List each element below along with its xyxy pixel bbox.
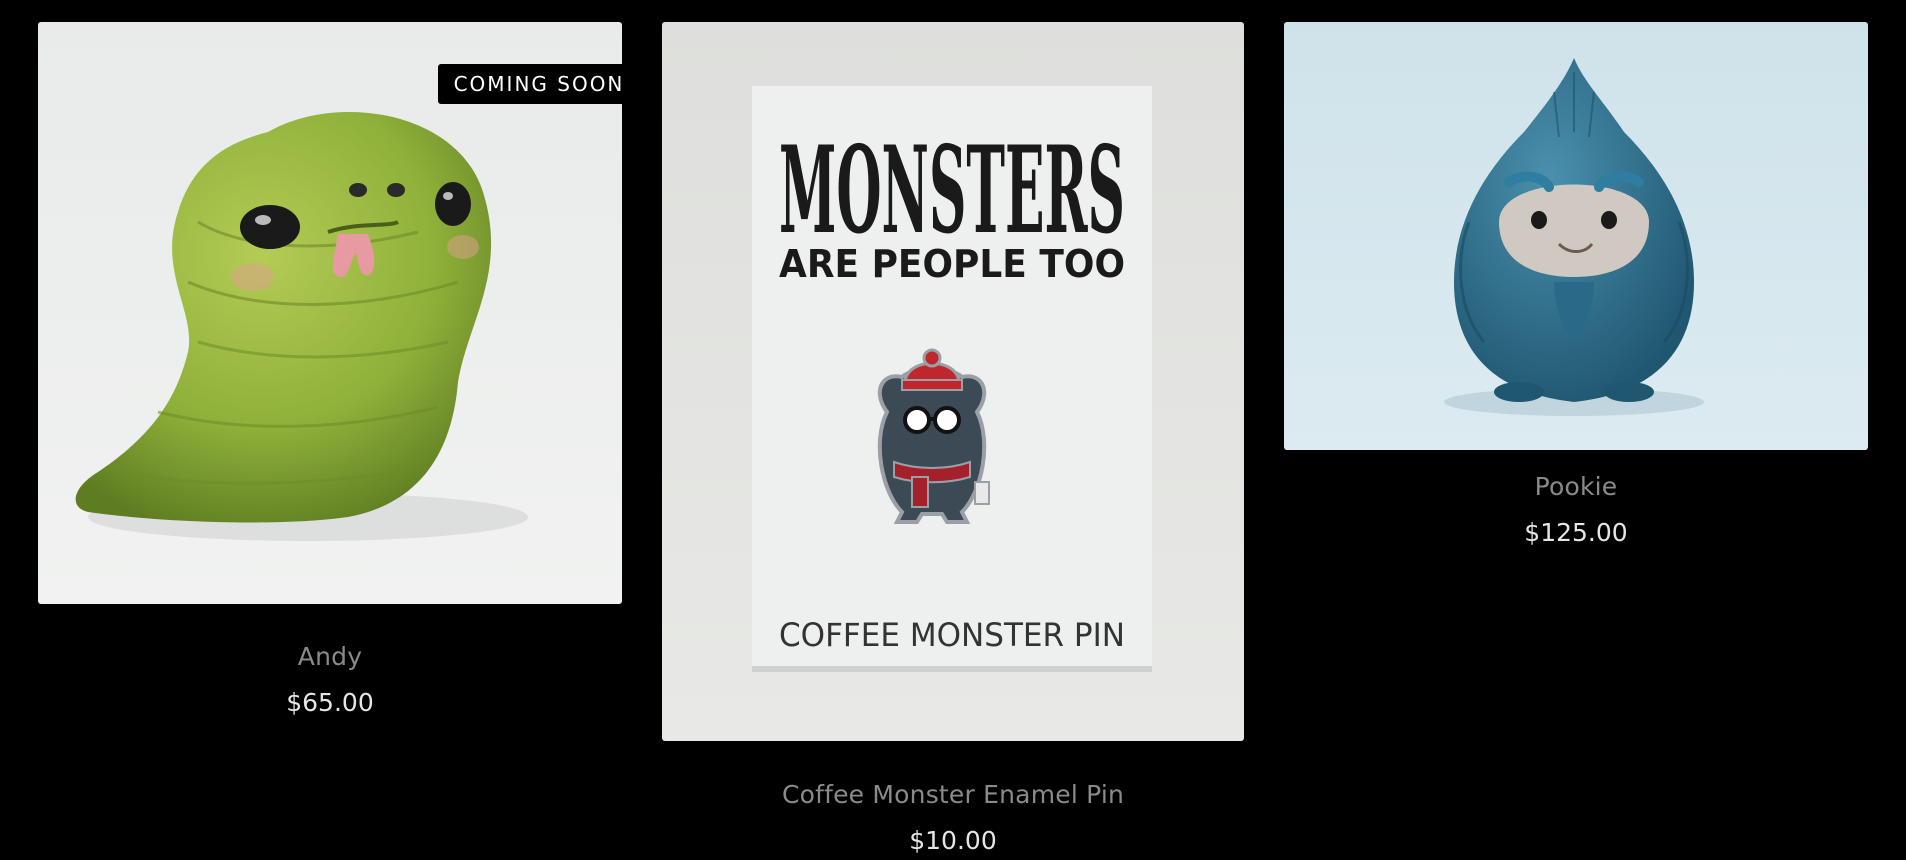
product-price: $10.00 <box>909 826 997 855</box>
product-image-pookie[interactable] <box>1284 22 1868 450</box>
product-price: $125.00 <box>1524 518 1628 547</box>
product-title[interactable]: Coffee Monster Enamel Pin <box>662 780 1244 810</box>
product-image-andy[interactable] <box>38 22 622 604</box>
coffee-monster-pin-icon <box>877 348 990 524</box>
pin-card-headline: MONSTERS <box>779 120 1125 261</box>
product-card-andy[interactable]: COMING SOON Andy $65.00 <box>38 22 640 717</box>
coming-soon-badge: COMING SOON <box>438 64 640 104</box>
product-image-coffee-monster-pin[interactable]: MONSTERS ARE PEOPLE TOO COFFEE MONSTER P… <box>662 22 1244 741</box>
product-title[interactable]: Andy <box>38 642 622 672</box>
pin-card-caption: COFFEE MONSTER PIN <box>779 616 1125 654</box>
product-title[interactable]: Pookie <box>1284 472 1868 502</box>
green-monster-figurine-image <box>38 22 622 604</box>
pin-card-tagline: ARE PEOPLE TOO <box>779 242 1125 286</box>
product-price: $65.00 <box>286 688 374 717</box>
product-card-coffee-monster-pin[interactable]: MONSTERS ARE PEOPLE TOO COFFEE MONSTER P… <box>662 22 1244 855</box>
enamel-pin-card-image: MONSTERS ARE PEOPLE TOO COFFEE MONSTER P… <box>662 22 1244 741</box>
blue-monster-figurine-image <box>1284 22 1868 450</box>
product-card-pookie[interactable]: Pookie $125.00 <box>1284 22 1868 560</box>
